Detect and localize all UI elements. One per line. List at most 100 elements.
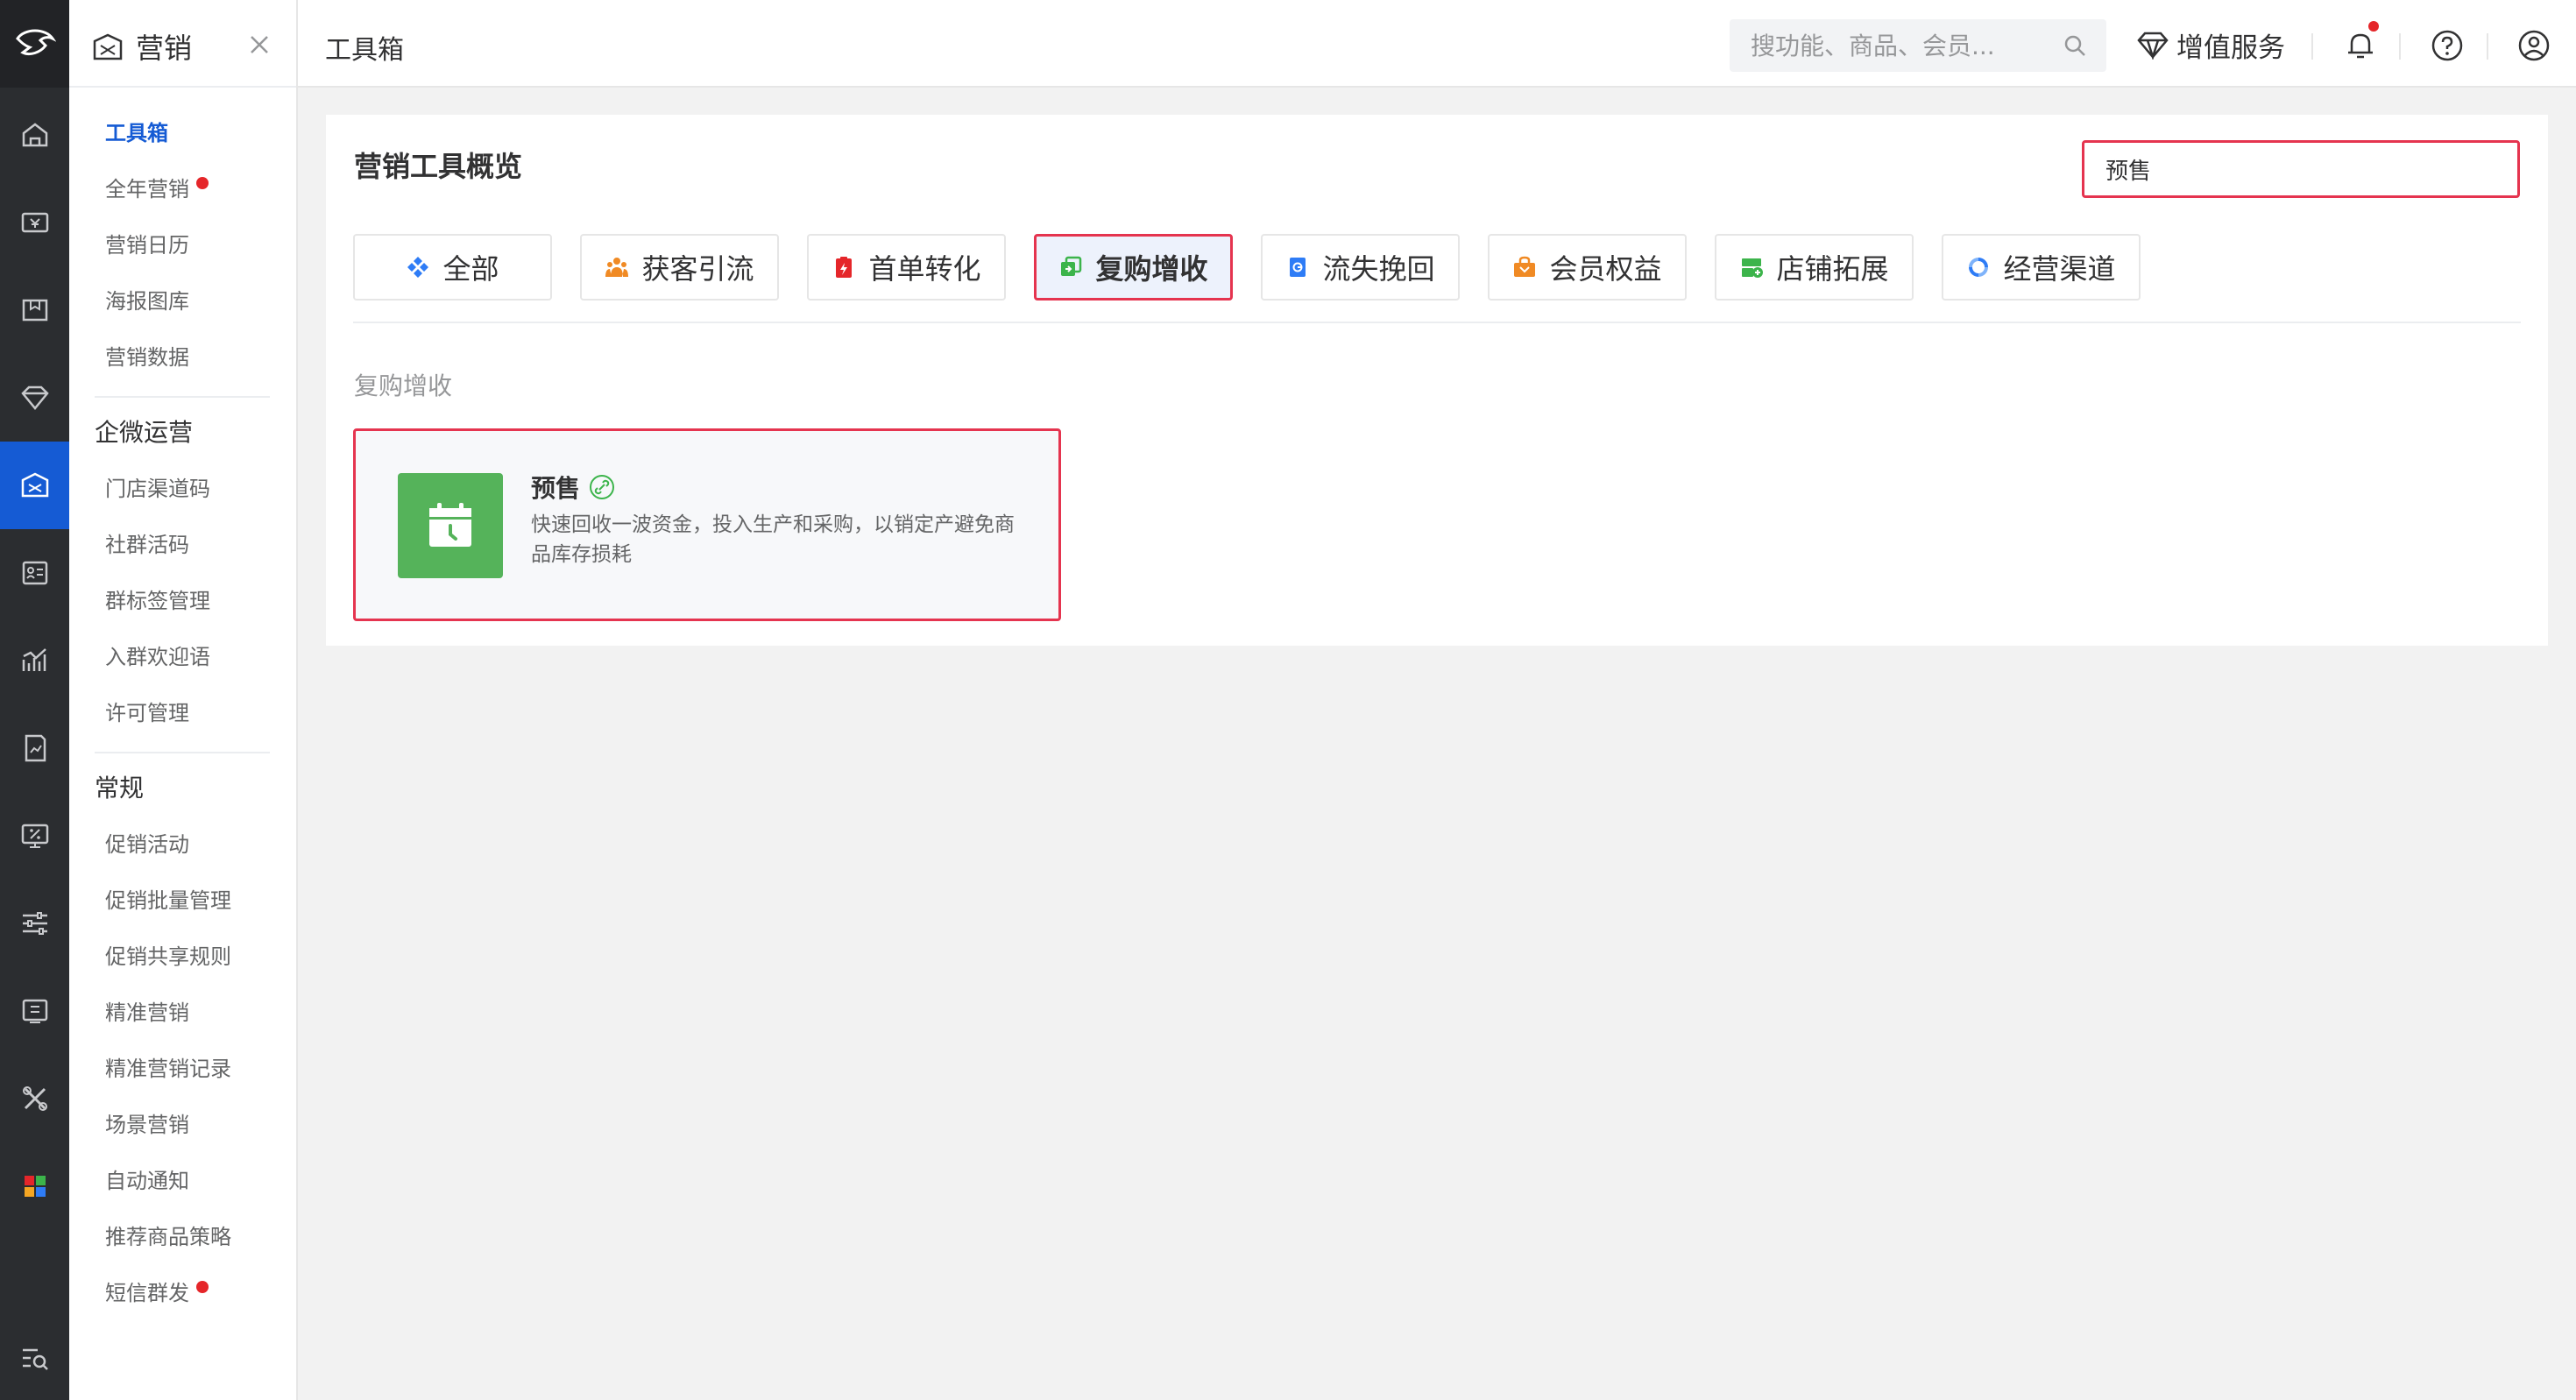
sidebar-group-title: 企微运营: [95, 418, 194, 447]
tab-store-expansion[interactable]: 店铺拓展: [1715, 234, 1914, 301]
sidebar-item-recommend-strategy[interactable]: 推荐商品策略: [105, 1223, 231, 1251]
rail-apps[interactable]: [0, 1142, 69, 1230]
sidebar-header: 营销: [69, 0, 296, 88]
close-icon[interactable]: [244, 30, 274, 60]
sidebar-item-poster-gallery[interactable]: 海报图库: [105, 287, 189, 315]
diamond-icon: [20, 385, 49, 410]
rail-marketing[interactable]: [0, 442, 69, 529]
marketing-icon: [21, 472, 48, 498]
topbar-divider: [2311, 33, 2313, 60]
secondary-sidebar: 营销 工具箱 全年营销 营销日历 海报图库 营销数据 企微运营 门店渠道码 社群…: [69, 0, 298, 1400]
help-icon[interactable]: [2430, 28, 2465, 63]
sidebar-item-precise-marketing[interactable]: 精准营销: [105, 999, 189, 1027]
tab-all[interactable]: 全部: [353, 234, 552, 301]
tool-card-description: 快速回收一波资金，投入生产和采购，以销定产避免商品库存损耗: [531, 513, 1015, 566]
rail-cashier[interactable]: [0, 179, 69, 266]
contact-card-icon: [22, 561, 47, 585]
sidebar-item-store-channel-code[interactable]: 门店渠道码: [105, 475, 210, 503]
icon-rail: [0, 0, 69, 1400]
sidebar-item-group-tags[interactable]: 群标签管理: [105, 587, 210, 615]
rail-settings[interactable]: [0, 880, 69, 967]
rail-data[interactable]: [0, 617, 69, 704]
tool-card-title: 预售: [531, 470, 615, 505]
logo-icon: [15, 29, 56, 56]
calendar-clock-icon: [429, 503, 471, 547]
notification-dot: [196, 177, 209, 189]
diamond-icon: [2137, 32, 2169, 60]
topbar-divider: [2487, 33, 2488, 60]
sidebar-item-scene-marketing[interactable]: 场景营销: [105, 1111, 189, 1139]
rail-home[interactable]: [0, 91, 69, 179]
section-label: 复购增收: [354, 371, 453, 400]
rail-goods[interactable]: [0, 266, 69, 354]
sidebar-item-annual-marketing[interactable]: 全年营销: [105, 175, 209, 203]
store-plus-icon: [1742, 258, 1764, 278]
app-grid-icon: [24, 1176, 46, 1197]
sidebar-item-promo-batch[interactable]: 促销批量管理: [105, 887, 231, 915]
sidebar-title: 营销: [136, 32, 193, 65]
home-icon: [22, 123, 47, 147]
value-added-services-label: 增值服务: [2176, 32, 2285, 64]
link-icon: [590, 475, 615, 499]
tool-search[interactable]: [2082, 140, 2520, 198]
value-added-services-button[interactable]: 增值服务: [2136, 23, 2285, 67]
tool-card-presale[interactable]: 预售 快速回收一波资金，投入生产和采购，以销定产避免商品库存损耗: [353, 428, 1061, 621]
rail-search-menu[interactable]: [0, 1314, 69, 1400]
tab-business-channels[interactable]: 经营渠道: [1942, 234, 2141, 301]
user-avatar-icon[interactable]: [2516, 28, 2551, 63]
sidebar-item-auto-notify[interactable]: 自动通知: [105, 1167, 189, 1195]
sidebar-item-sms-broadcast[interactable]: 短信群发: [105, 1279, 209, 1307]
breadcrumb: 工具箱: [325, 35, 404, 66]
sidebar-item-marketing-calendar[interactable]: 营销日历: [105, 231, 189, 259]
tab-churn-recovery[interactable]: 流失挽回: [1261, 234, 1460, 301]
sidebar-group-title: 常规: [95, 774, 145, 803]
tab-repurchase-revenue[interactable]: 复购增收: [1034, 234, 1233, 301]
lightning-clipboard-icon: [836, 257, 853, 278]
tab-member-benefits[interactable]: 会员权益: [1488, 234, 1687, 301]
cash-icon: [21, 212, 48, 233]
rail-promo[interactable]: [0, 792, 69, 880]
sidebar-divider: [95, 396, 270, 398]
sidebar-item-community-code[interactable]: 社群活码: [105, 531, 189, 559]
rail-finance[interactable]: [0, 704, 69, 792]
store-icon: [22, 299, 47, 322]
topbar-divider: [2399, 33, 2401, 60]
sidebar-item-welcome-message[interactable]: 入群欢迎语: [105, 643, 210, 671]
monitor-percent-icon: [21, 824, 48, 848]
sidebar-item-promo-share-rules[interactable]: 促销共享规则: [105, 943, 231, 971]
tool-card-icon: [398, 473, 503, 578]
sidebar-item-precise-marketing-records[interactable]: 精准营销记录: [105, 1055, 231, 1083]
people-icon: [605, 258, 629, 277]
tab-first-order-conversion[interactable]: 首单转化: [807, 234, 1006, 301]
diamond-grid-icon: [407, 257, 429, 278]
device-icon: [22, 999, 47, 1023]
tool-search-input[interactable]: [2084, 143, 2517, 195]
rail-tools[interactable]: [0, 1055, 69, 1142]
app-root: 营销 工具箱 全年营销 营销日历 海报图库 营销数据 企微运营 门店渠道码 社群…: [0, 0, 2576, 1400]
tab-customer-acquisition[interactable]: 获客引流: [580, 234, 779, 301]
rail-member[interactable]: [0, 354, 69, 442]
rail-device[interactable]: [0, 967, 69, 1055]
marketing-icon: [93, 33, 123, 60]
search-icon[interactable]: [2063, 33, 2087, 58]
sidebar-item-marketing-data[interactable]: 营销数据: [105, 343, 189, 371]
line-chart-icon: [22, 648, 46, 671]
global-search[interactable]: [1730, 19, 2106, 72]
sidebar-item-toolbox[interactable]: 工具箱: [105, 119, 168, 147]
page-title: 营销工具概览: [354, 150, 523, 183]
tools-icon: [22, 1086, 47, 1111]
brand-logo[interactable]: [0, 0, 69, 88]
rail-customer[interactable]: [0, 529, 69, 617]
menu-search-icon: [22, 1348, 48, 1370]
top-bar: 工具箱 增值服务: [298, 0, 2576, 88]
gift-bag-icon: [1514, 256, 1536, 277]
sidebar-item-promotions[interactable]: 促销活动: [105, 831, 189, 859]
panel-divider: [353, 322, 2521, 323]
document-g-icon: [1290, 258, 1306, 277]
bell-icon[interactable]: [2343, 28, 2378, 63]
sidebar-item-license[interactable]: 许可管理: [105, 699, 189, 727]
cycle-icon: [1969, 258, 1989, 277]
global-search-input[interactable]: [1751, 19, 2049, 72]
notification-dot: [196, 1281, 209, 1293]
repeat-square-icon: [1061, 256, 1082, 276]
